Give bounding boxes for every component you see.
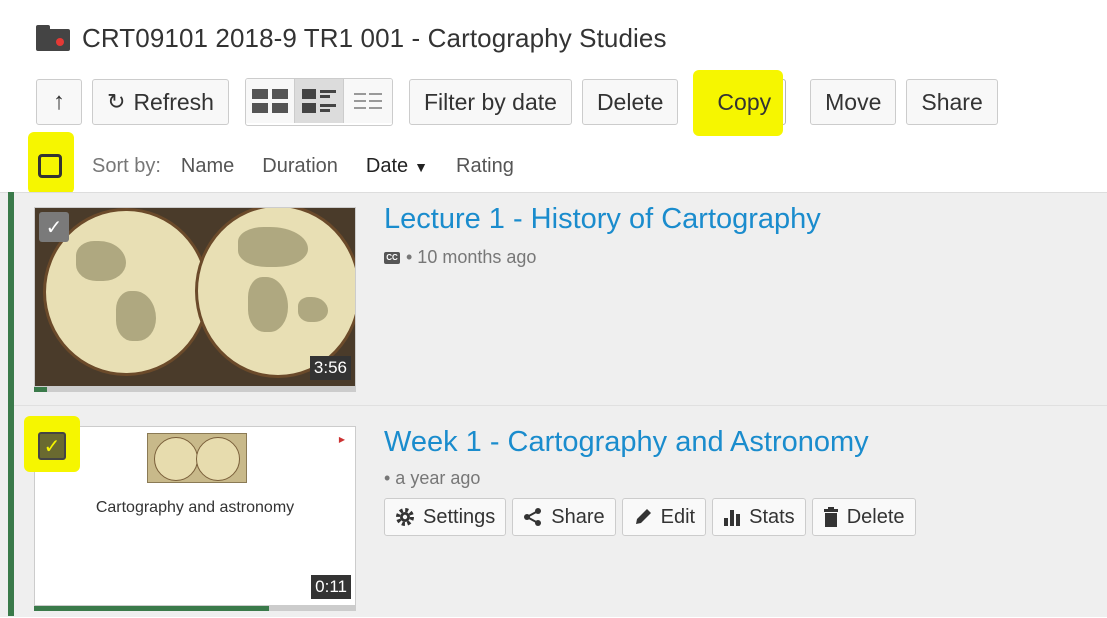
folder-accent-bar — [8, 192, 14, 616]
folder-header: CRT09101 2018-9 TR1 001 - Cartography St… — [36, 18, 667, 58]
move-button[interactable]: Move — [810, 79, 897, 125]
session-thumbnail[interactable]: ▶ Cartography and astronomy 0:11 — [34, 426, 356, 606]
session-meta: • a year ago — [384, 468, 480, 489]
slide-map-image — [147, 433, 247, 483]
folder-title: CRT09101 2018-9 TR1 001 - Cartography St… — [82, 22, 667, 53]
detail-view-icon — [301, 89, 336, 113]
edit-button[interactable]: Edit — [621, 498, 707, 536]
arrow-up-icon: ↑ — [53, 88, 65, 115]
session-age: • a year ago — [384, 468, 481, 488]
sort-option-date-label: Date — [365, 154, 409, 177]
toolbar: ↑ ↻ Refresh Filter by date Delete Copy M… — [36, 70, 998, 136]
stats-button[interactable]: Stats — [712, 498, 806, 536]
move-label: Move — [825, 88, 882, 115]
copy-label: Copy — [717, 88, 772, 115]
share-button[interactable]: Share — [906, 79, 998, 125]
session-meta: CC • 10 months ago — [384, 247, 536, 268]
delete-label: Delete — [596, 88, 664, 115]
sort-row: Sort by: Name Duration Date ▼ Rating — [28, 132, 542, 194]
bar-chart-icon — [723, 508, 741, 526]
duration-badge: 3:56 — [309, 356, 351, 380]
watch-progress-fill — [34, 387, 47, 392]
watch-progress-bar — [34, 606, 356, 611]
duration-badge: 0:11 — [311, 575, 351, 599]
slide-text: Cartography and astronomy — [95, 499, 295, 516]
refresh-button[interactable]: ↻ Refresh — [92, 79, 229, 125]
stats-label: Stats — [749, 505, 795, 528]
trash-icon — [823, 507, 839, 527]
refresh-icon: ↻ — [107, 89, 126, 114]
copy-button[interactable]: Copy — [693, 70, 787, 136]
delete-session-label: Delete — [846, 505, 905, 528]
grid-view-icon — [251, 89, 288, 113]
share-session-button[interactable]: Share — [512, 498, 616, 536]
check-icon: ✓ — [45, 216, 63, 239]
closed-captions-icon: CC — [384, 251, 400, 264]
watch-progress-fill — [34, 606, 270, 611]
sort-option-date[interactable]: Date ▼ — [366, 155, 428, 178]
pencil-icon — [633, 507, 653, 527]
up-button[interactable]: ↑ — [36, 79, 82, 125]
sort-option-rating[interactable]: Rating — [456, 155, 514, 178]
detail-view-button[interactable] — [294, 79, 344, 123]
session-title[interactable]: Lecture 1 - History of Cartography — [384, 203, 821, 236]
delete-session-button[interactable]: Delete — [811, 498, 916, 536]
session-row: ▶ Cartography and astronomy 0:11 ✓ Week … — [14, 405, 1107, 618]
refresh-label: Refresh — [133, 88, 214, 115]
settings-label: Settings — [423, 505, 496, 528]
list-view-icon — [353, 93, 382, 109]
share-icon — [523, 507, 543, 527]
session-title[interactable]: Week 1 - Cartography and Astronomy — [384, 426, 869, 459]
caret-down-icon: ▼ — [414, 158, 428, 175]
slide-logo: ▶ — [338, 435, 345, 444]
sort-by-label: Sort by: — [92, 154, 161, 177]
view-toggle-group — [244, 78, 393, 126]
sort-option-name[interactable]: Name — [181, 155, 234, 178]
delete-button[interactable]: Delete — [581, 79, 679, 125]
folder-icon — [36, 25, 70, 51]
thumbnail-view-button[interactable] — [245, 79, 295, 123]
session-select-checkbox[interactable]: ✓ — [38, 432, 66, 460]
sort-option-duration[interactable]: Duration — [262, 155, 338, 178]
session-actions: Settings Share Edit Stats Delete — [384, 498, 922, 536]
edit-label: Edit — [660, 505, 696, 528]
share-session-label: Share — [551, 505, 605, 528]
session-row: ✓ 3:56 Lecture 1 - History of Cartograph… — [14, 193, 1107, 403]
filter-by-date-button[interactable]: Filter by date — [408, 79, 572, 125]
session-thumbnail[interactable]: ✓ 3:56 — [34, 207, 356, 387]
session-list: ✓ 3:56 Lecture 1 - History of Cartograph… — [0, 192, 1107, 617]
list-view-button[interactable] — [343, 79, 392, 123]
check-icon: ✓ — [43, 435, 61, 458]
select-all-checkbox[interactable] — [38, 154, 62, 178]
filter-by-date-label: Filter by date — [423, 88, 557, 115]
gear-icon — [395, 507, 415, 527]
session-select-checkbox[interactable]: ✓ — [39, 212, 69, 242]
share-label: Share — [921, 88, 983, 115]
watch-progress-bar — [34, 387, 356, 392]
map-hemisphere-right — [195, 208, 355, 378]
session-age: • 10 months ago — [406, 247, 537, 267]
settings-button[interactable]: Settings — [384, 498, 507, 536]
